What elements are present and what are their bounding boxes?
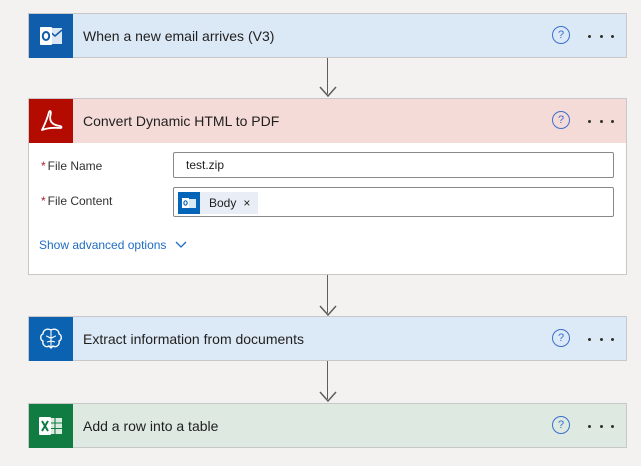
more-options-icon[interactable] [588, 111, 614, 131]
field-row-file-content: * File Content Body × [41, 187, 614, 219]
file-name-value: test.zip [186, 158, 225, 172]
help-icon[interactable]: ? [552, 416, 570, 434]
chevron-down-icon [175, 241, 187, 248]
step-header-extract-information[interactable]: Extract information from documents ? [29, 317, 626, 361]
dynamic-content-token[interactable]: Body × [178, 192, 259, 214]
step-card-extract-information[interactable]: Extract information from documents ? [28, 316, 627, 361]
step-title: Convert Dynamic HTML to PDF [83, 113, 280, 129]
step-title: When a new email arrives (V3) [83, 28, 275, 44]
step-card-convert-pdf[interactable]: Convert Dynamic HTML to PDF ? * File Name… [28, 98, 627, 275]
field-row-file-name: * File Name test.zip [41, 152, 614, 180]
acrobat-pdf-icon [29, 99, 73, 143]
more-options-icon[interactable] [588, 26, 614, 46]
more-options-icon[interactable] [588, 329, 614, 349]
field-label-file-name: * File Name [41, 159, 103, 173]
flow-connector-arrow [319, 361, 337, 403]
help-icon[interactable]: ? [552, 26, 570, 44]
token-label: Body [209, 196, 237, 210]
help-icon[interactable]: ? [552, 111, 570, 129]
step-header-email-trigger[interactable]: When a new email arrives (V3) ? [29, 14, 626, 58]
required-marker: * [41, 194, 46, 208]
field-label-file-content: * File Content [41, 194, 113, 208]
remove-token-icon[interactable]: × [243, 196, 250, 210]
step-header-convert-pdf[interactable]: Convert Dynamic HTML to PDF ? [29, 99, 626, 143]
advanced-options-label: Show advanced options [39, 238, 167, 252]
outlook-icon [29, 14, 73, 58]
step-card-email-trigger[interactable]: When a new email arrives (V3) ? [28, 13, 627, 58]
outlook-icon [178, 192, 200, 214]
step-title: Extract information from documents [83, 331, 304, 347]
required-marker: * [41, 159, 46, 173]
step-title: Add a row into a table [83, 418, 219, 434]
flow-connector-arrow [319, 58, 337, 98]
step-card-add-row[interactable]: Add a row into a table ? [28, 403, 627, 448]
step-header-add-row[interactable]: Add a row into a table ? [29, 404, 626, 448]
excel-icon [29, 404, 73, 448]
help-icon[interactable]: ? [552, 329, 570, 347]
file-content-input[interactable]: Body × [173, 187, 614, 217]
file-name-input[interactable]: test.zip [173, 152, 614, 178]
show-advanced-options-link[interactable]: Show advanced options [39, 238, 187, 252]
more-options-icon[interactable] [588, 416, 614, 436]
flow-connector-arrow [319, 275, 337, 317]
ai-brain-icon [29, 317, 73, 361]
